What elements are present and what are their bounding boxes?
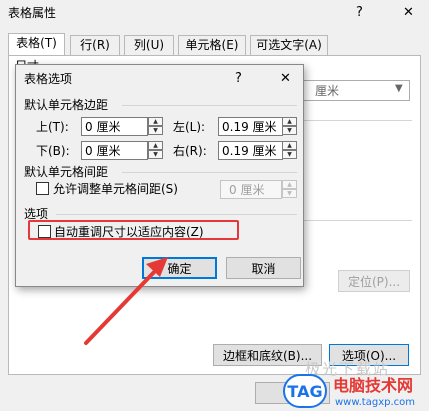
tag-logo-icon: TAG — [283, 374, 327, 408]
tag-logo-text: TAG — [287, 381, 323, 401]
watermark-site-url: www.tagxp.com — [335, 397, 415, 408]
arrow-head — [146, 257, 168, 277]
red-arrow-annotation — [84, 257, 168, 345]
watermark: 极光下载站 TAG 电脑技术网 www.tagxp.com — [283, 362, 429, 411]
arrow-shaft — [84, 266, 160, 345]
watermark-faded-text: 极光下载站 — [305, 360, 391, 378]
watermark-site-name: 电脑技术网 — [333, 376, 414, 395]
